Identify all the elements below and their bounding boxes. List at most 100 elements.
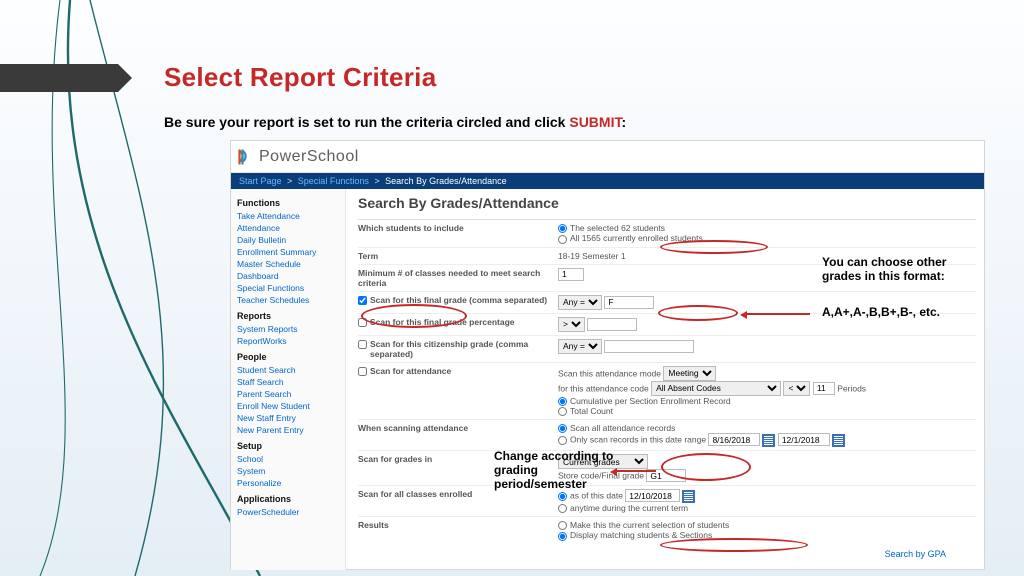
radio-asof[interactable]	[558, 492, 567, 501]
sidebar-item[interactable]: Special Functions	[237, 282, 339, 294]
subtitle-colon: :	[621, 114, 626, 130]
input-d1[interactable]	[708, 433, 760, 446]
sidebar-item[interactable]: New Parent Entry	[237, 424, 339, 436]
radio-scanrange[interactable]	[558, 436, 567, 445]
sidebar-item[interactable]: Parent Search	[237, 388, 339, 400]
sidebar-item[interactable]: Daily Bulletin	[237, 234, 339, 246]
sidebar-item[interactable]: Student Search	[237, 364, 339, 376]
calendar-icon[interactable]	[682, 490, 695, 503]
periods-lbl: Periods	[837, 383, 866, 393]
sel-gt[interactable]: >	[558, 317, 585, 332]
crumb-current: Search By Grades/Attendance	[385, 176, 507, 186]
sidebar-h-reports: Reports	[237, 311, 339, 321]
chk-att[interactable]	[358, 367, 367, 376]
note-grades-format: You can choose othergrades in this forma…	[822, 255, 946, 283]
sidebar-item[interactable]: Master Schedule	[237, 258, 339, 270]
note-change-period: Change according togradingperiod/semeste…	[494, 449, 613, 491]
sel-att-code[interactable]: All Absent Codes	[651, 381, 781, 396]
input-ac-date[interactable]	[625, 489, 680, 502]
ps-header: PowerSchool	[231, 141, 984, 173]
sel-att-mode[interactable]: Meeting	[663, 366, 716, 381]
radio-selected-students[interactable]	[558, 224, 567, 233]
sidebar-item[interactable]: School	[237, 453, 339, 465]
lbl-citizen: Scan for this citizenship grade (comma s…	[370, 339, 558, 359]
sidebar-item[interactable]: PowerScheduler	[237, 506, 339, 518]
note-grades-example: A,A+,A-,B,B+,B-, etc.	[822, 305, 940, 319]
sidebar-item[interactable]: Attendance	[237, 222, 339, 234]
input-citizen[interactable]	[604, 340, 694, 353]
radio-total[interactable]	[558, 407, 567, 416]
sidebar-h-functions: Functions	[237, 198, 339, 208]
sidebar-item[interactable]: Take Attendance	[237, 210, 339, 222]
opt-selected: The selected 62 students	[570, 223, 665, 233]
sel-anyeq2[interactable]: Any =	[558, 339, 602, 354]
calendar-icon[interactable]	[832, 434, 845, 447]
sidebar-item[interactable]: Enrollment Summary	[237, 246, 339, 258]
sidebar-item[interactable]: Enroll New Student	[237, 400, 339, 412]
lbl-whenatt: When scanning attendance	[358, 423, 558, 433]
res-r1: Make this the current selection of stude…	[570, 520, 729, 530]
sidebar-h-setup: Setup	[237, 441, 339, 451]
whenatt-r1: Scan all attendance records	[570, 423, 675, 433]
att-mode-lbl: Scan this attendance mode	[558, 368, 661, 378]
lbl-min-classes: Minimum # of classes needed to meet sear…	[358, 268, 558, 288]
ac-r1: as of this date	[570, 491, 623, 501]
sel-anyeq[interactable]: Any =	[558, 295, 602, 310]
breadcrumb: Start Page > Special Functions > Search …	[231, 173, 984, 189]
annotation-arrow	[616, 470, 656, 472]
ac-r2: anytime during the current term	[570, 503, 688, 513]
sidebar-item[interactable]: System	[237, 465, 339, 477]
whenatt-r2: Only scan records in this date range	[570, 435, 706, 445]
crumb-start[interactable]: Start Page	[239, 176, 282, 186]
chk-citizen[interactable]	[358, 340, 367, 349]
calendar-icon[interactable]	[762, 434, 775, 447]
sidebar-h-people: People	[237, 352, 339, 362]
sidebar: Functions Take Attendance Attendance Dai…	[231, 189, 346, 570]
radio-scanall[interactable]	[558, 424, 567, 433]
input-grade[interactable]	[604, 296, 654, 309]
sidebar-item[interactable]: New Staff Entry	[237, 412, 339, 424]
chk-final-pct[interactable]	[358, 318, 367, 327]
input-att-count[interactable]	[813, 382, 835, 395]
lbl-att: Scan for attendance	[370, 366, 451, 376]
att-r1: Cumulative per Section Enrollment Record	[570, 396, 731, 406]
ps-wordmark: PowerSchool	[259, 148, 359, 166]
main-form: Search By Grades/Attendance Which studen…	[346, 189, 984, 570]
lbl-final-grade: Scan for this final grade (comma separat…	[370, 295, 547, 305]
input-min[interactable]	[558, 268, 584, 281]
slide-subtitle: Be sure your report is set to run the cr…	[164, 114, 626, 130]
chk-final-grade[interactable]	[358, 296, 367, 305]
lbl-final-pct: Scan for this final grade percentage	[370, 317, 515, 327]
subtitle-text: Be sure your report is set to run the cr…	[164, 114, 569, 130]
input-d2[interactable]	[778, 433, 830, 446]
radio-all-students[interactable]	[558, 235, 567, 244]
link-search-gpa[interactable]: Search by GPA	[885, 549, 946, 559]
sidebar-item[interactable]: Staff Search	[237, 376, 339, 388]
lbl-term: Term	[358, 251, 558, 261]
sidebar-item[interactable]: System Reports	[237, 323, 339, 335]
lbl-results: Results	[358, 520, 558, 530]
sidebar-item[interactable]: Dashboard	[237, 270, 339, 282]
att-code-lbl: for this attendance code	[558, 383, 649, 393]
annotation-arrow	[746, 313, 810, 315]
powerschool-panel: PowerSchool Start Page > Special Functio…	[230, 140, 985, 570]
powerschool-logo-icon	[235, 148, 253, 166]
lbl-students: Which students to include	[358, 223, 558, 233]
page-title: Search By Grades/Attendance	[358, 195, 976, 211]
crumb-special-functions[interactable]: Special Functions	[298, 176, 369, 186]
sidebar-item[interactable]: Personalize	[237, 477, 339, 489]
opt-all: All 1565 currently enrolled students	[570, 233, 703, 243]
sidebar-h-apps: Applications	[237, 494, 339, 504]
input-pct[interactable]	[587, 318, 637, 331]
radio-cum[interactable]	[558, 397, 567, 406]
sidebar-item[interactable]: Teacher Schedules	[237, 294, 339, 306]
slide-title: Select Report Criteria	[164, 62, 436, 93]
sidebar-item[interactable]: ReportWorks	[237, 335, 339, 347]
radio-anytime[interactable]	[558, 504, 567, 513]
subtitle-submit-word: SUBMIT	[569, 114, 621, 130]
att-r2: Total Count	[570, 406, 613, 416]
radio-display[interactable]	[558, 532, 567, 541]
res-r2: Display matching students & Sections	[570, 530, 712, 540]
sel-lt[interactable]: <	[783, 381, 810, 396]
radio-makecurrent[interactable]	[558, 521, 567, 530]
